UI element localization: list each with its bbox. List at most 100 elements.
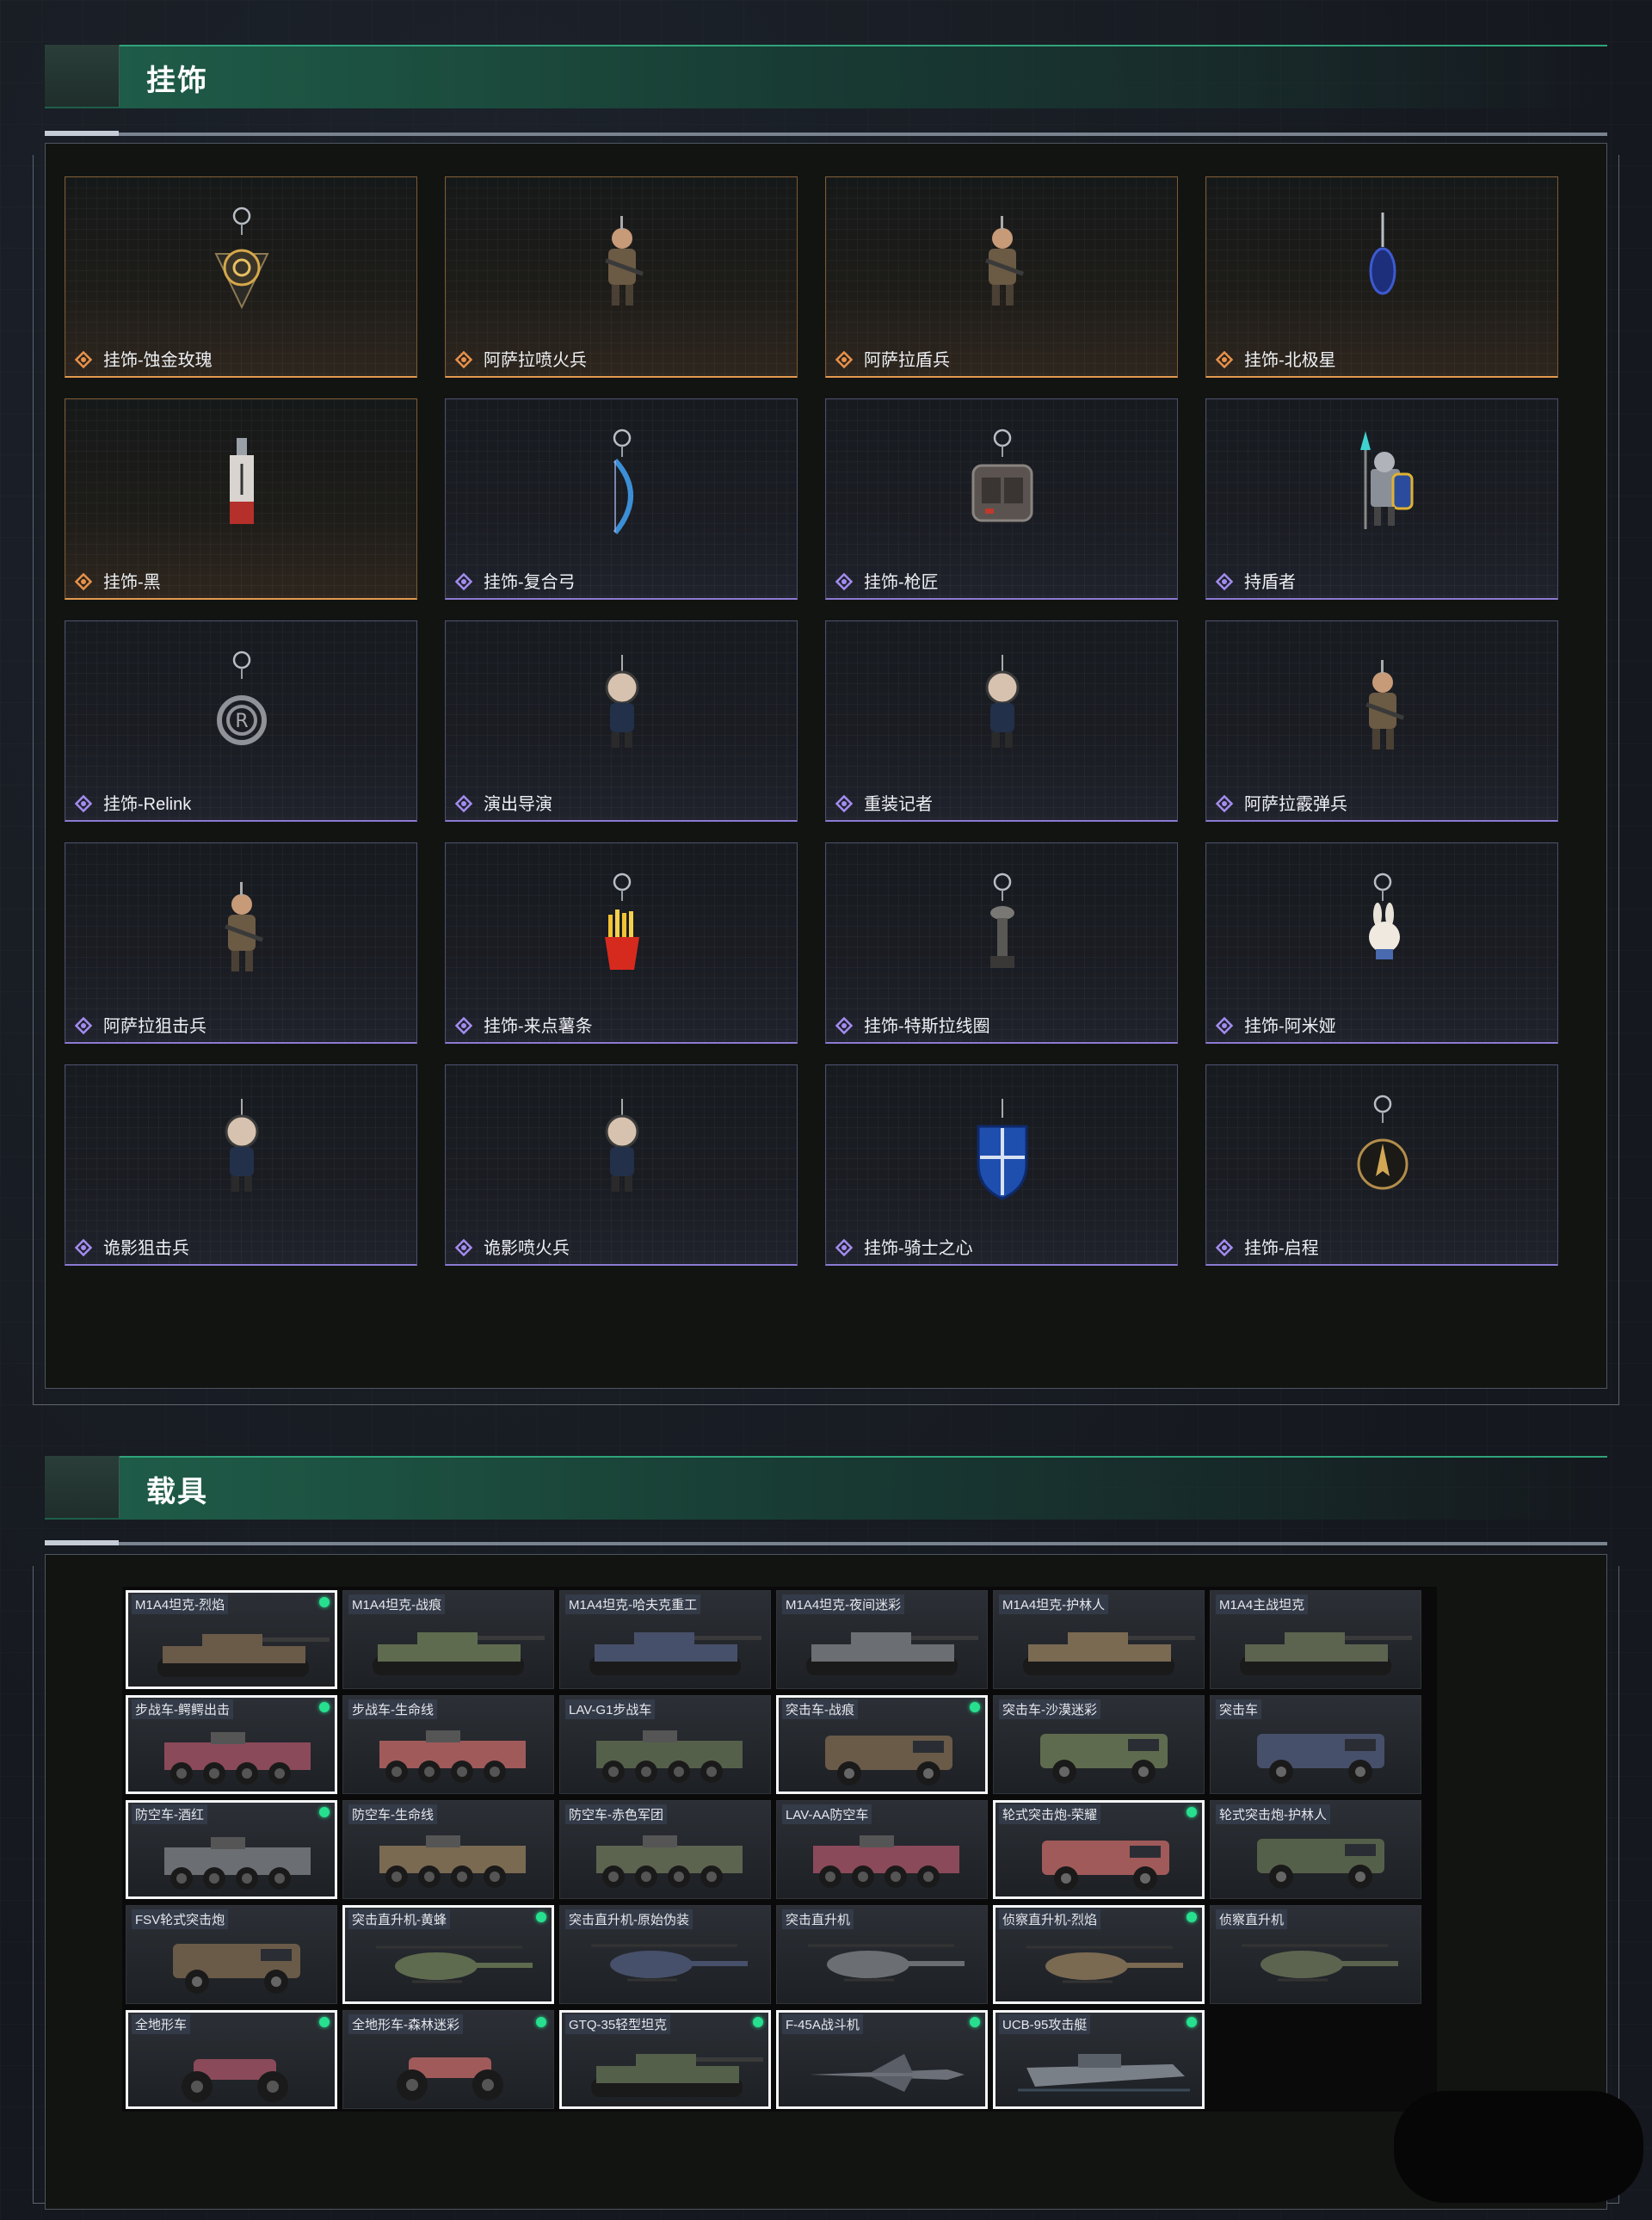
vehicle-tank-image — [133, 1615, 333, 1687]
vehicle-ifv-image — [133, 1825, 333, 1896]
vehicle-card[interactable]: 全地形车-森林迷彩 — [342, 2010, 554, 2109]
pendant-name: 挂饰-黑 — [103, 573, 161, 592]
vehicle-card[interactable]: 防空车-生命线 — [342, 1800, 554, 1899]
vehicle-name: 轮式突击炮-护林人 — [1216, 1804, 1330, 1824]
vehicle-card[interactable]: 步战车-生命线 — [342, 1695, 554, 1794]
vehicle-name: 突击直升机-原始伪装 — [565, 1909, 693, 1929]
pendant-card[interactable]: 持盾者 — [1205, 398, 1558, 600]
vehicle-card[interactable]: 轮式突击炮-荣耀 — [993, 1800, 1205, 1899]
vehicle-name: M1A4坦克-战痕 — [348, 1594, 446, 1614]
vehicle-ifv-image — [348, 1718, 548, 1791]
soldier-figure-icon — [1340, 644, 1426, 764]
rarity-gold-icon — [835, 350, 854, 369]
vehicle-card[interactable]: M1A4坦克-哈夫克重工 — [559, 1590, 771, 1689]
vehicle-card[interactable]: 步战车-鳄鳄出击 — [126, 1695, 337, 1794]
vehicle-name: 防空车-赤色军团 — [565, 1804, 667, 1824]
vehicle-name: M1A4坦克-护林人 — [999, 1594, 1109, 1614]
vehicle-name: M1A4坦克-哈夫克重工 — [565, 1594, 701, 1614]
vehicle-helicopter-image — [782, 1928, 982, 2001]
vehicle-card[interactable]: GTQ-35轻型坦克 — [559, 2010, 771, 2109]
vehicle-card[interactable]: 突击车-沙漠迷彩 — [993, 1695, 1205, 1794]
vehicle-card[interactable]: 侦察直升机-烈焰 — [993, 1905, 1205, 2004]
pendant-name: 挂饰-枪匠 — [864, 573, 939, 592]
relink-knot-icon: R — [199, 644, 285, 764]
vehicle-card[interactable]: M1A4坦克-夜间迷彩 — [776, 1590, 988, 1689]
vehicle-card[interactable]: FSV轮式突击炮 — [126, 1905, 337, 2004]
vehicle-card[interactable]: 防空车-酒红 — [126, 1800, 337, 1899]
owned-indicator-icon — [1187, 1807, 1197, 1817]
vehicle-card[interactable]: 突击直升机 — [776, 1905, 988, 2004]
blue-charm-icon — [1340, 200, 1426, 320]
pendant-card[interactable]: 挂饰-复合弓 — [445, 398, 798, 600]
vehicle-ifv-image — [565, 1718, 765, 1791]
vehicle-card[interactable]: 突击直升机-原始伪装 — [559, 1905, 771, 2004]
soldier-figure-icon — [959, 200, 1045, 320]
vehicle-name: LAV-G1步战车 — [565, 1699, 656, 1719]
vehicle-card[interactable]: 突击车 — [1210, 1695, 1421, 1794]
vehicle-card[interactable]: 侦察直升机 — [1210, 1905, 1421, 2004]
knight-heart-icon — [959, 1088, 1045, 1208]
pendant-name: 阿萨拉霰弹兵 — [1244, 795, 1347, 814]
vehicle-name: 突击车-沙漠迷彩 — [999, 1699, 1100, 1719]
pendant-card[interactable]: 诡影狙击兵 — [65, 1064, 417, 1266]
pendant-card[interactable]: 挂饰-枪匠 — [825, 398, 1178, 600]
vehicle-armored-car-image — [1001, 1825, 1200, 1896]
vehicle-name: 全地形车-森林迷彩 — [348, 2014, 463, 2034]
pendant-card[interactable]: 阿萨拉狙击兵 — [65, 842, 417, 1044]
rarity-purple-icon — [835, 1016, 854, 1035]
pendant-card[interactable]: 诡影喷火兵 — [445, 1064, 798, 1266]
vehicle-boat-image — [1001, 2035, 1200, 2106]
vehicle-card[interactable]: 全地形车 — [126, 2010, 337, 2109]
pendant-card[interactable]: 挂饰-阿米娅 — [1205, 842, 1558, 1044]
pendant-card[interactable]: 挂饰-骑士之心 — [825, 1064, 1178, 1266]
pendant-card[interactable]: 挂饰-黑 — [65, 398, 417, 600]
owned-indicator-icon — [753, 2017, 763, 2027]
header-stub — [45, 1456, 120, 1518]
vehicle-name: 步战车-鳄鳄出击 — [132, 1699, 233, 1719]
fries-charm-icon — [579, 866, 665, 986]
vehicle-card[interactable]: LAV-AA防空车 — [776, 1800, 988, 1899]
pendant-card[interactable]: 挂饰-来点薯条 — [445, 842, 798, 1044]
vehicle-card[interactable]: M1A4坦克-战痕 — [342, 1590, 554, 1689]
vehicle-name: 防空车-酒红 — [132, 1804, 207, 1824]
vehicle-card[interactable]: M1A4坦克-护林人 — [993, 1590, 1205, 1689]
vehicle-card[interactable]: M1A4主战坦克 — [1210, 1590, 1421, 1689]
rarity-gold-icon — [1215, 350, 1234, 369]
vehicle-name: F-45A战斗机 — [782, 2014, 863, 2034]
pendant-card[interactable]: 阿萨拉喷火兵 — [445, 176, 798, 378]
pendant-name: 挂饰-启程 — [1244, 1239, 1319, 1258]
vehicle-card[interactable]: LAV-G1步战车 — [559, 1695, 771, 1794]
owned-indicator-icon — [319, 2017, 330, 2027]
vehicle-card[interactable]: 轮式突击炮-护林人 — [1210, 1800, 1421, 1899]
vehicle-helicopter-image — [1216, 1928, 1415, 2001]
pendant-card[interactable]: R 挂饰-Relink — [65, 620, 417, 822]
vehicle-name: 步战车-生命线 — [348, 1699, 437, 1719]
vehicle-helicopter-image — [350, 1930, 550, 2001]
pendant-card[interactable]: 挂饰-启程 — [1205, 1064, 1558, 1266]
vehicle-card[interactable]: M1A4坦克-烈焰 — [126, 1590, 337, 1689]
pendant-card[interactable]: 阿萨拉盾兵 — [825, 176, 1178, 378]
vehicle-ifv-image — [133, 1720, 333, 1791]
owned-indicator-icon — [970, 2017, 980, 2027]
vehicle-card[interactable]: 突击直升机-黄蜂 — [342, 1905, 554, 2004]
vehicle-helicopter-image — [565, 1928, 765, 2001]
vehicle-card[interactable]: 突击车-战痕 — [776, 1695, 988, 1794]
vehicle-card[interactable]: 防空车-赤色军团 — [559, 1800, 771, 1899]
pendant-card[interactable]: 演出导演 — [445, 620, 798, 822]
pendant-card[interactable]: 挂饰-蚀金玫瑰 — [65, 176, 417, 378]
header-stub — [45, 45, 120, 107]
vehicle-card[interactable]: F-45A战斗机 — [776, 2010, 988, 2109]
vehicle-jet-image — [784, 2035, 983, 2106]
owned-indicator-icon — [1187, 1912, 1197, 1922]
pendant-card[interactable]: 挂饰-北极星 — [1205, 176, 1558, 378]
pendant-card[interactable]: 挂饰-特斯拉线圈 — [825, 842, 1178, 1044]
rose-medallion-icon — [199, 200, 285, 320]
rarity-purple-icon — [454, 794, 473, 813]
vehicle-card[interactable]: UCB-95攻击艇 — [993, 2010, 1205, 2109]
owned-indicator-icon — [970, 1702, 980, 1712]
pendant-name: 挂饰-Relink — [103, 795, 192, 814]
pendant-card[interactable]: 阿萨拉霰弹兵 — [1205, 620, 1558, 822]
vehicle-tank-image — [348, 1613, 548, 1686]
pendant-card[interactable]: 重装记者 — [825, 620, 1178, 822]
vehicle-name: M1A4坦克-夜间迷彩 — [782, 1594, 905, 1614]
